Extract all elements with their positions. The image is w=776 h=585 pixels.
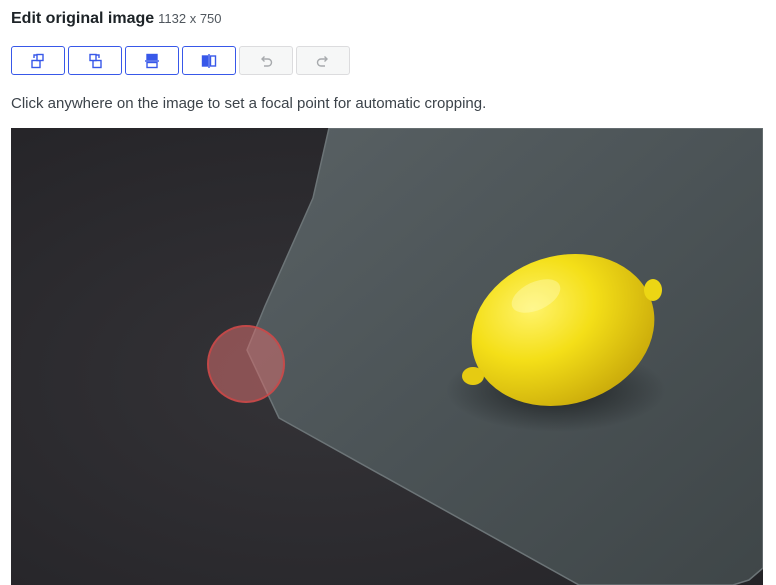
lemon-photo: [11, 128, 763, 585]
rotate-right-icon: [86, 52, 104, 70]
redo-button[interactable]: [296, 46, 350, 75]
edit-toolbar: [11, 46, 350, 75]
undo-icon: [257, 52, 275, 70]
rotate-left-icon: [29, 52, 47, 70]
focal-point-instructions: Click anywhere on the image to set a foc…: [11, 95, 487, 112]
image-dimensions: 1132 x 750: [158, 11, 222, 26]
image-canvas[interactable]: [11, 128, 763, 585]
flip-vertical-button[interactable]: [125, 46, 179, 75]
focal-point-handle[interactable]: [207, 325, 285, 403]
page-title: Edit original image: [11, 10, 155, 27]
flip-vertical-icon: [143, 52, 161, 70]
rotate-left-button[interactable]: [11, 46, 65, 75]
undo-button[interactable]: [239, 46, 293, 75]
flip-horizontal-button[interactable]: [182, 46, 236, 75]
flip-horizontal-icon: [200, 52, 218, 70]
editor-header: Edit original image 1132 x 750: [11, 10, 222, 32]
rotate-right-button[interactable]: [68, 46, 122, 75]
image-editor: Edit original image 1132 x 750 Click any…: [0, 0, 776, 585]
redo-icon: [314, 52, 332, 70]
